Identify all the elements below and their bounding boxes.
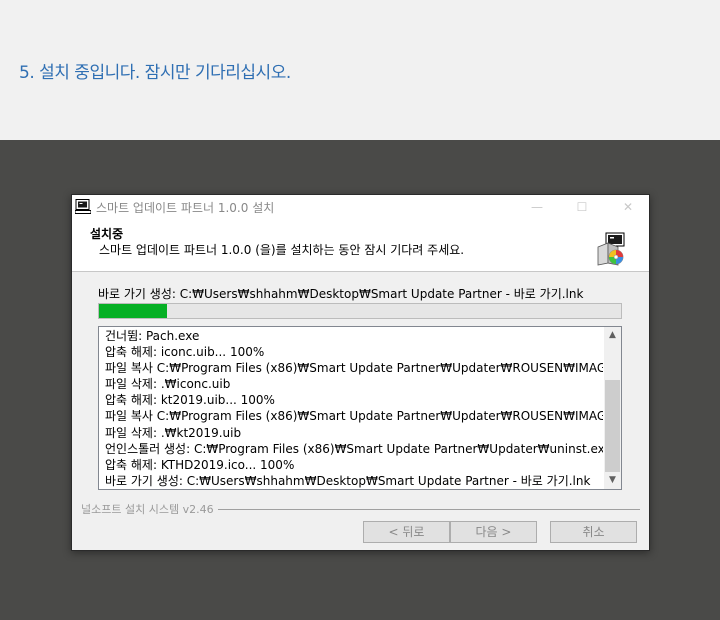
header-area: 설치중 스마트 업데이트 파트너 1.0.0 (을)를 설치하는 동안 잠시 기… — [72, 219, 649, 272]
log-line: 건너뜀: Pach.exe — [105, 329, 200, 343]
top-band: 5. 설치 중입니다. 잠시만 기다리십시오. — [0, 0, 720, 140]
log-lines: 건너뜀: Pach.exe 압축 해제: iconc.uib... 100% 파일 … — [105, 328, 603, 489]
header-subtitle: 스마트 업데이트 파트너 1.0.0 (을)를 설치하는 동안 잠시 기다려 주… — [99, 243, 465, 257]
log-line: 파일 복사 C:₩Program Files (x86)₩Smart Updat… — [105, 409, 603, 424]
title-bar[interactable]: 스마트 업데이트 파트너 1.0.0 설치 — ☐ ✕ — [72, 195, 649, 219]
progress-fill — [99, 304, 167, 318]
progress-bar — [98, 303, 622, 319]
header-title: 설치중 — [90, 227, 124, 241]
chevron-down-icon[interactable]: ▼ — [604, 472, 621, 489]
step-heading: 5. 설치 중입니다. 잠시만 기다리십시오. — [19, 63, 291, 83]
back-button[interactable]: < 뒤로 — [363, 521, 450, 543]
installer-app-icon — [75, 199, 91, 214]
setup-package-icon — [597, 232, 625, 266]
status-line: 바로 가기 생성: C:₩Users₩shhahm₩Desktop₩Smart … — [98, 287, 584, 301]
window-title: 스마트 업데이트 파트너 1.0.0 설치 — [96, 201, 275, 215]
log-line: 바로 가기 생성: C:₩Users₩shhahm₩Desktop₩Smart … — [105, 473, 591, 488]
cancel-button[interactable]: 취소 — [550, 521, 637, 543]
log-line: 파일 삭제: .₩kt2019.uib — [105, 425, 242, 440]
minimize-button[interactable]: — — [514, 195, 560, 219]
brand-text: 널소프트 설치 시스템 v2.46 — [81, 501, 218, 517]
log-line: 파일 복사 C:₩Program Files (x86)₩Smart Updat… — [105, 361, 603, 376]
chevron-up-icon[interactable]: ▲ — [604, 327, 621, 344]
next-button[interactable]: 다음 > — [450, 521, 537, 543]
close-button[interactable]: ✕ — [605, 195, 651, 219]
maximize-button[interactable]: ☐ — [559, 195, 605, 219]
installer-window: 스마트 업데이트 파트너 1.0.0 설치 — ☐ ✕ 설치중 스마트 업데이트… — [71, 194, 650, 551]
log-line: 언인스톨러 생성: C:₩Program Files (x86)₩Smart U… — [105, 441, 603, 456]
log-line: 압축 해제: KTHD2019.ico... 100% — [105, 457, 295, 472]
log-scrollbar[interactable]: ▲ ▼ — [604, 327, 621, 489]
log-line: 압축 해제: kt2019.uib... 100% — [105, 393, 275, 408]
log-line: 파일 삭제: .₩iconc.uib — [105, 377, 231, 392]
scroll-thumb[interactable] — [605, 380, 620, 472]
log-line: 압축 해제: iconc.uib... 100% — [105, 345, 265, 360]
install-log[interactable]: 건너뜀: Pach.exe 압축 해제: iconc.uib... 100% 파일 … — [98, 326, 622, 490]
